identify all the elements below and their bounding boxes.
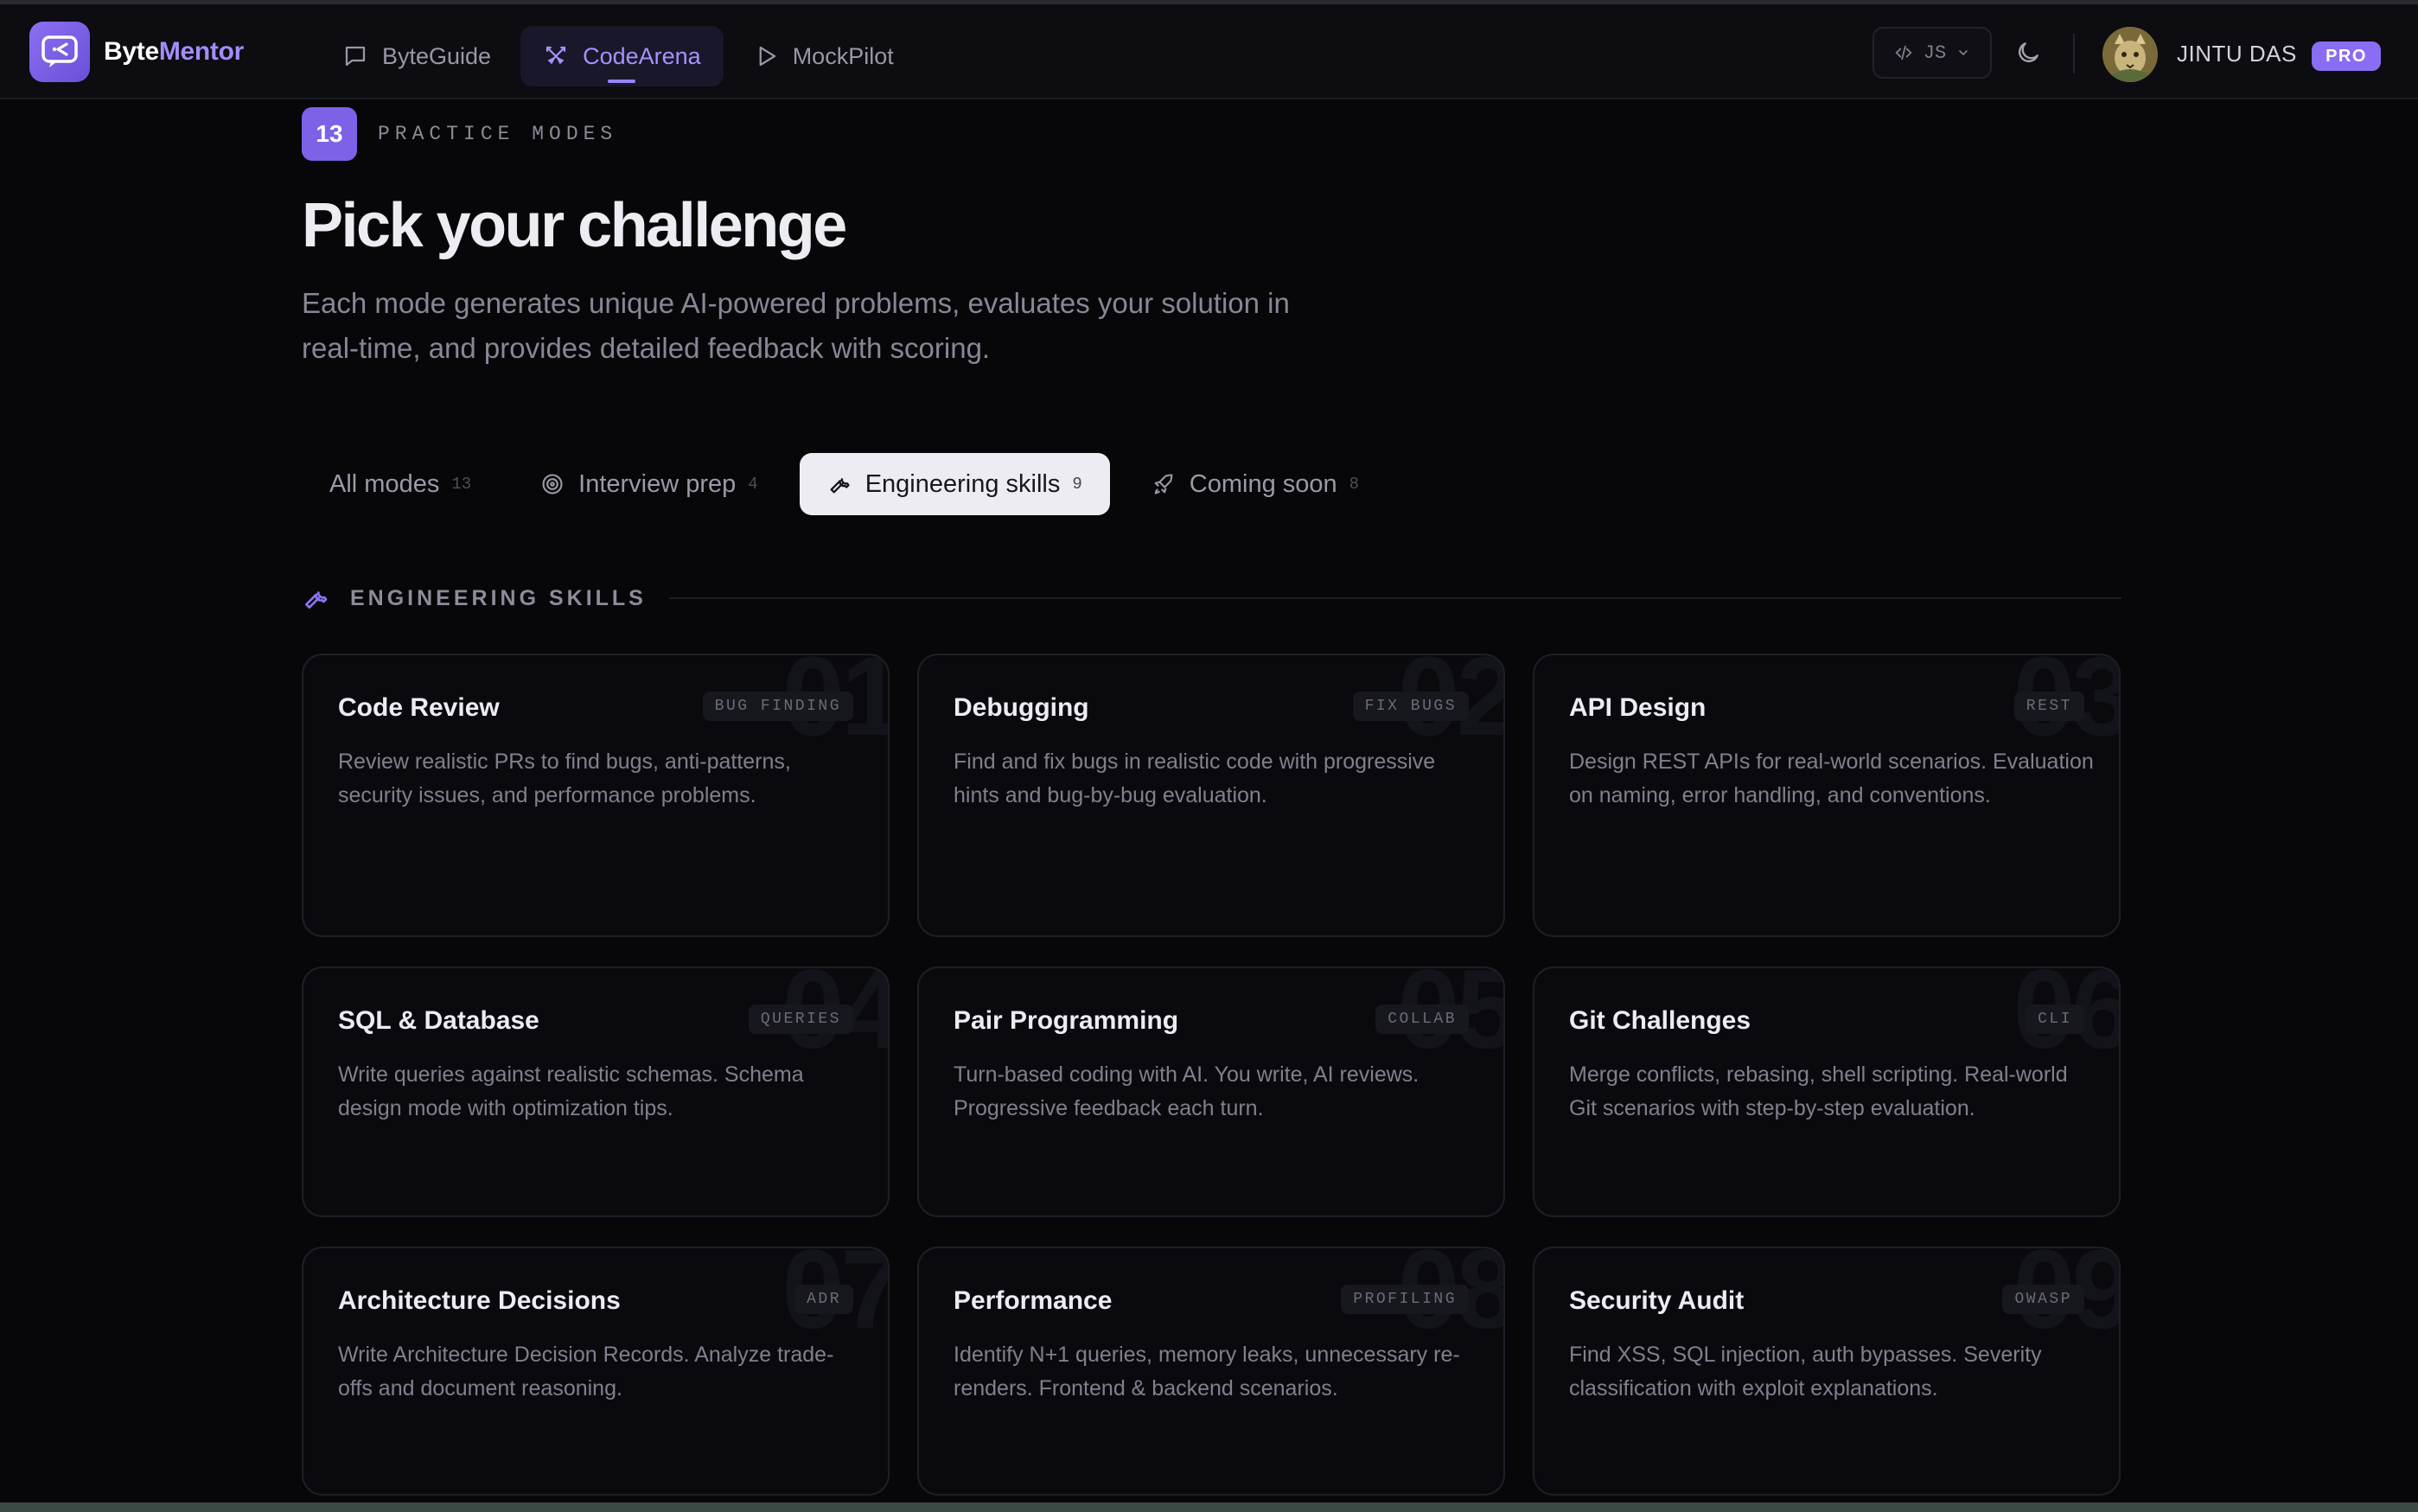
section-eyebrow: PRACTICE MODES <box>378 123 618 145</box>
brand-name-prefix: Byte <box>104 37 159 66</box>
filter-count: 4 <box>748 475 758 494</box>
pro-plan-badge: PRO <box>2312 41 2381 71</box>
brand-name-accent: Mentor <box>158 37 245 66</box>
nav-tab-label: ByteGuide <box>382 42 492 69</box>
brand-home-link[interactable]: ByteMentor <box>29 22 244 82</box>
mode-card-pair-programming[interactable]: 05 Pair Programming COLLAB Turn-based co… <box>917 967 1505 1217</box>
section-divider <box>668 597 2121 599</box>
card-tag: COLLAB <box>1375 1005 1469 1034</box>
card-description: Turn-based coding with AI. You write, AI… <box>954 1062 1420 1120</box>
mode-card-git-challenges[interactable]: 06 Git Challenges CLI Merge conflicts, r… <box>1533 967 2121 1217</box>
card-description: Find XSS, SQL injection, auth bypasses. … <box>1569 1343 2042 1400</box>
filter-coming-soon[interactable]: Coming soon 8 <box>1124 453 1387 515</box>
card-description: Find and fix bugs in realistic code with… <box>954 750 1436 807</box>
card-tag: QUERIES <box>748 1005 853 1034</box>
card-title: Architecture Decisions <box>338 1286 621 1315</box>
card-description: Merge conflicts, rebasing, shell scripti… <box>1569 1062 2068 1120</box>
rocket-icon <box>1154 474 1173 494</box>
filter-label: Interview prep <box>578 469 737 498</box>
filter-count: 9 <box>1072 475 1082 494</box>
card-title: Debugging <box>954 693 1089 722</box>
mode-card-debugging[interactable]: 02 Debugging FIX BUGS Find and fix bugs … <box>917 654 1505 937</box>
window-bottom-edge <box>0 1502 2418 1512</box>
mode-card-architecture-decisions[interactable]: 07 Architecture Decisions ADR Write Arch… <box>302 1247 890 1496</box>
filter-all-modes[interactable]: All modes 13 <box>302 453 499 515</box>
play-icon <box>759 46 775 67</box>
mode-card-code-review[interactable]: 01 Code Review BUG FINDING Review realis… <box>302 654 890 937</box>
card-description: Write queries against realistic schemas.… <box>338 1062 804 1120</box>
filter-engineering-skills[interactable]: Engineering skills 9 <box>799 453 1110 515</box>
mode-card-sql-database[interactable]: 04 SQL & Database QUERIES Write queries … <box>302 967 890 1217</box>
card-title: Git Challenges <box>1569 1006 1751 1035</box>
filter-label: Coming soon <box>1189 469 1337 498</box>
filter-count: 13 <box>451 475 472 494</box>
card-title: Pair Programming <box>954 1006 1179 1035</box>
card-title: Code Review <box>338 693 500 722</box>
nav-tab-byteguide[interactable]: ByteGuide <box>320 26 514 86</box>
modes-count-badge: 13 <box>302 107 357 161</box>
mode-card-api-design[interactable]: 03 API Design REST Design REST APIs for … <box>1533 654 2121 937</box>
language-label: JS <box>1923 41 1947 64</box>
target-icon <box>542 474 563 494</box>
card-tag: ADR <box>794 1285 853 1314</box>
nav-tab-codearena[interactable]: CodeArena <box>520 26 724 86</box>
card-tag: OWASP <box>2002 1285 2084 1314</box>
card-tag: PROFILING <box>1341 1285 1469 1314</box>
code-icon <box>1895 45 1912 61</box>
language-selector[interactable]: JS <box>1873 27 1992 79</box>
card-description: Identify N+1 queries, memory leaks, unne… <box>954 1343 1460 1400</box>
theme-toggle-button[interactable] <box>2011 35 2045 70</box>
page-title: Pick your challenge <box>302 191 847 260</box>
card-title: SQL & Database <box>338 1006 539 1035</box>
card-title: Security Audit <box>1569 1286 1745 1315</box>
card-title: API Design <box>1569 693 1707 722</box>
wrench-icon <box>305 591 328 609</box>
section-header-engineering-skills: ENGINEERING SKILLS <box>302 581 2121 616</box>
brand-name: ByteMentor <box>104 37 244 67</box>
card-description: Write Architecture Decision Records. Ana… <box>338 1343 834 1400</box>
mode-card-security-audit[interactable]: 09 Security Audit OWASP Find XSS, SQL in… <box>1533 1247 2121 1496</box>
brand-logo-icon <box>29 22 90 82</box>
nav-tab-label: CodeArena <box>583 42 701 69</box>
card-tag: CLI <box>2026 1005 2084 1034</box>
card-description: Design REST APIs for real-world scenario… <box>1569 750 2094 807</box>
moon-icon <box>2019 42 2038 62</box>
chat-bubble-icon <box>345 46 366 67</box>
product-tabs: ByteGuide CodeArena MockPilot <box>320 26 923 86</box>
user-name[interactable]: JINTU DAS <box>2177 41 2297 67</box>
mode-card-performance[interactable]: 08 Performance PROFILING Identify N+1 qu… <box>917 1247 1505 1496</box>
nav-divider <box>2073 34 2075 73</box>
filter-count: 8 <box>1349 475 1360 494</box>
mode-filter-tabs: All modes 13 Interview prep 4 Engineerin… <box>302 453 1400 515</box>
filter-interview-prep[interactable]: Interview prep 4 <box>513 453 786 515</box>
card-tag: REST <box>2013 692 2084 721</box>
user-avatar[interactable] <box>2102 27 2158 82</box>
nav-tab-label: MockPilot <box>792 42 894 69</box>
card-tag: FIX BUGS <box>1352 692 1469 721</box>
filter-label: All modes <box>329 469 440 498</box>
filter-label: Engineering skills <box>864 469 1061 498</box>
top-navigation-bar: ByteMentor ByteGuide CodeArena MockPilot… <box>0 4 2418 99</box>
section-label: ENGINEERING SKILLS <box>350 585 647 610</box>
card-tag: BUG FINDING <box>702 692 853 721</box>
page-subtitle: Each mode generates unique AI-powered pr… <box>302 287 1290 364</box>
crossed-swords-icon <box>545 46 566 65</box>
chevron-down-icon <box>1959 50 1968 56</box>
nav-tab-mockpilot[interactable]: MockPilot <box>731 26 916 86</box>
card-title: Performance <box>954 1286 1113 1315</box>
card-description: Review realistic PRs to find bugs, anti-… <box>338 750 791 807</box>
wrench-icon <box>830 478 850 494</box>
